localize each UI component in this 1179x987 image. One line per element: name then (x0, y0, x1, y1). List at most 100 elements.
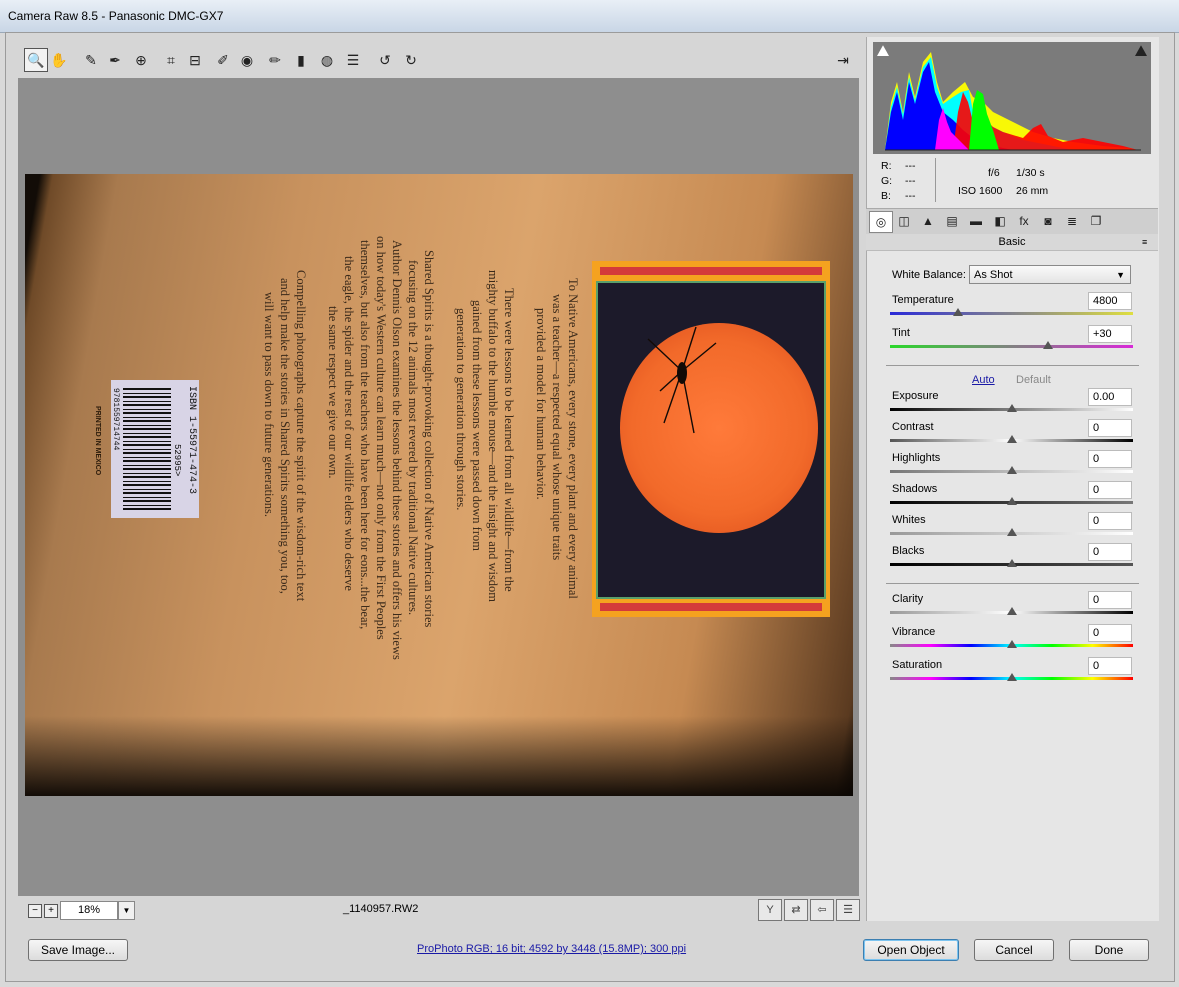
blacks-slider-thumb[interactable] (1007, 559, 1017, 567)
spider-silhouette (647, 326, 717, 434)
shadows-value-field[interactable]: 0 (1088, 481, 1132, 499)
tab-presets-icon[interactable]: ≣ (1061, 211, 1083, 231)
tab-split-toning-icon[interactable]: ▬ (965, 211, 987, 231)
contrast-slider-thumb[interactable] (1007, 435, 1017, 443)
contrast-value-field[interactable]: 0 (1088, 419, 1132, 437)
tab-snapshots-icon[interactable]: ❐ (1085, 211, 1107, 231)
exposure-label: Exposure (892, 390, 939, 402)
focal-length-value: 26 mm (1016, 185, 1049, 197)
workflow-options-link[interactable]: ProPhoto RGB; 16 bit; 4592 by 3448 (15.8… (417, 943, 686, 955)
clarity-value-field[interactable]: 0 (1088, 591, 1132, 609)
tint-slider-thumb[interactable] (1043, 341, 1053, 349)
temperature-slider-track[interactable] (890, 312, 1133, 315)
cover-text-line: generation to generation through stories… (454, 308, 468, 511)
file-name: _1140957.RW2 (343, 903, 419, 915)
white-balance-label: White Balance: (892, 269, 966, 281)
blacks-value-field[interactable]: 0 (1088, 543, 1132, 561)
b-value: --- (905, 190, 916, 202)
tab-effects-icon[interactable]: fx (1013, 211, 1035, 231)
frame-stripe-bottom (600, 603, 822, 611)
tab-hsl-icon[interactable]: ▤ (941, 211, 963, 231)
cover-text-line: Shared Spirits is a thought-provoking co… (422, 250, 436, 628)
exposure-slider-thumb[interactable] (1007, 404, 1017, 412)
preferences-icon[interactable]: ☰ (342, 49, 364, 71)
highlights-value-field[interactable]: 0 (1088, 450, 1132, 468)
fullscreen-toggle-icon[interactable]: ⇥ (832, 49, 854, 71)
white-balance-tool-icon[interactable]: ✎ (80, 49, 102, 71)
tab-tone-curve-icon[interactable]: ◫ (893, 211, 915, 231)
vibrance-value-field[interactable]: 0 (1088, 624, 1132, 642)
swap-settings-icon[interactable]: ⇄ (784, 899, 808, 921)
tool-bar: 🔍 ✋ ✎ ✒ ⊕ ⌗ ⊟ ✐ ◉ ✏ ▮ ◍ ☰ ↺ ↻ (18, 46, 858, 74)
panel-menu-icon[interactable]: ≡ (1142, 237, 1147, 247)
vibrance-slider-thumb[interactable] (1007, 640, 1017, 648)
g-value: --- (905, 175, 916, 187)
zoom-tool-icon[interactable]: 🔍 (24, 48, 48, 72)
shadows-label: Shadows (892, 483, 938, 495)
panel-section-title: Basic (866, 234, 1158, 251)
aperture-value: f/6 (988, 167, 1000, 179)
copy-settings-icon[interactable]: ⇦ (810, 899, 834, 921)
done-button[interactable]: Done (1069, 939, 1149, 961)
cover-text-line: focusing on the 12 animals most revered … (406, 260, 420, 616)
r-value: --- (905, 160, 916, 172)
radial-filter-icon[interactable]: ◍ (316, 49, 338, 71)
tab-camera-calibration-icon[interactable]: ◙ (1037, 211, 1059, 231)
saturation-value-field[interactable]: 0 (1088, 657, 1132, 675)
spot-removal-tool-icon[interactable]: ✐ (212, 49, 234, 71)
clarity-slider-thumb[interactable] (1007, 607, 1017, 615)
cancel-button[interactable]: Cancel (974, 939, 1054, 961)
highlights-label: Highlights (892, 452, 941, 464)
whites-slider-thumb[interactable] (1007, 528, 1017, 536)
cover-text-line: Compelling photographs capture the spiri… (294, 270, 308, 602)
cover-text-line: To Native Americans, every stone, every … (566, 278, 580, 599)
tint-value-field[interactable]: +30 (1088, 325, 1132, 343)
zoom-level-field[interactable]: 18% (60, 901, 118, 920)
shutter-value: 1/30 s (1016, 167, 1045, 179)
exposure-value-field[interactable]: 0.00 (1088, 388, 1132, 406)
histogram-graph (885, 52, 1141, 151)
rotate-right-icon[interactable]: ↻ (400, 49, 422, 71)
temperature-value-field[interactable]: 4800 (1088, 292, 1132, 310)
camera-raw-window: Camera Raw 8.5 - Panasonic DMC-GX7 🔍 ✋ ✎ ✒ ⊕… (0, 0, 1179, 987)
auto-link[interactable]: Auto (972, 374, 995, 386)
color-sampler-tool-icon[interactable]: ✒ (104, 49, 126, 71)
zoom-dropdown-button[interactable]: ▼ (118, 901, 135, 920)
window-title: Camera Raw 8.5 - Panasonic DMC-GX7 (8, 9, 224, 23)
whites-value-field[interactable]: 0 (1088, 512, 1132, 530)
cover-photo-frame (592, 261, 830, 617)
open-object-button[interactable]: Open Object (863, 939, 959, 961)
temperature-slider-thumb[interactable] (953, 308, 963, 316)
saturation-slider-thumb[interactable] (1007, 673, 1017, 681)
zoom-out-button[interactable]: − (28, 904, 42, 918)
white-balance-select[interactable]: As Shot ▼ (969, 265, 1131, 284)
iso-value: ISO 1600 (958, 185, 1003, 197)
panel-divider (886, 583, 1139, 584)
cover-text-line: the eagle, the spider and the rest of ou… (342, 256, 356, 591)
save-image-button[interactable]: Save Image... (28, 939, 128, 961)
crop-tool-icon[interactable]: ⌗ (160, 49, 182, 71)
before-after-view-icon[interactable]: Y (758, 899, 782, 921)
shadows-slider-thumb[interactable] (1007, 497, 1017, 505)
tint-slider-track[interactable] (890, 345, 1133, 348)
adjustment-brush-icon[interactable]: ✏ (264, 49, 286, 71)
targeted-adjustment-tool-icon[interactable]: ⊕ (130, 49, 152, 71)
cover-text-line: will want to pass down to future generat… (262, 292, 276, 517)
cover-text-line: themselves, but also from the teachers w… (358, 240, 372, 630)
zoom-in-button[interactable]: + (44, 904, 58, 918)
red-eye-tool-icon[interactable]: ◉ (236, 49, 258, 71)
straighten-tool-icon[interactable]: ⊟ (184, 49, 206, 71)
toggle-settings-icon[interactable]: ☰ (836, 899, 860, 921)
highlights-slider-thumb[interactable] (1007, 466, 1017, 474)
tab-basic-icon[interactable]: ◎ (869, 211, 893, 233)
cover-text-line: gained from these lessons were passed do… (470, 300, 484, 551)
cover-text-line: mighty buffalo to the humble mouse—and t… (486, 270, 500, 603)
whites-label: Whites (892, 514, 926, 526)
hand-tool-icon[interactable]: ✋ (48, 49, 70, 71)
rotate-left-icon[interactable]: ↺ (374, 49, 396, 71)
tab-detail-icon[interactable]: ▲ (917, 211, 939, 231)
graduated-filter-icon[interactable]: ▮ (290, 49, 312, 71)
default-link[interactable]: Default (1016, 374, 1051, 386)
blacks-label: Blacks (892, 545, 925, 557)
tab-lens-icon[interactable]: ◧ (989, 211, 1011, 231)
